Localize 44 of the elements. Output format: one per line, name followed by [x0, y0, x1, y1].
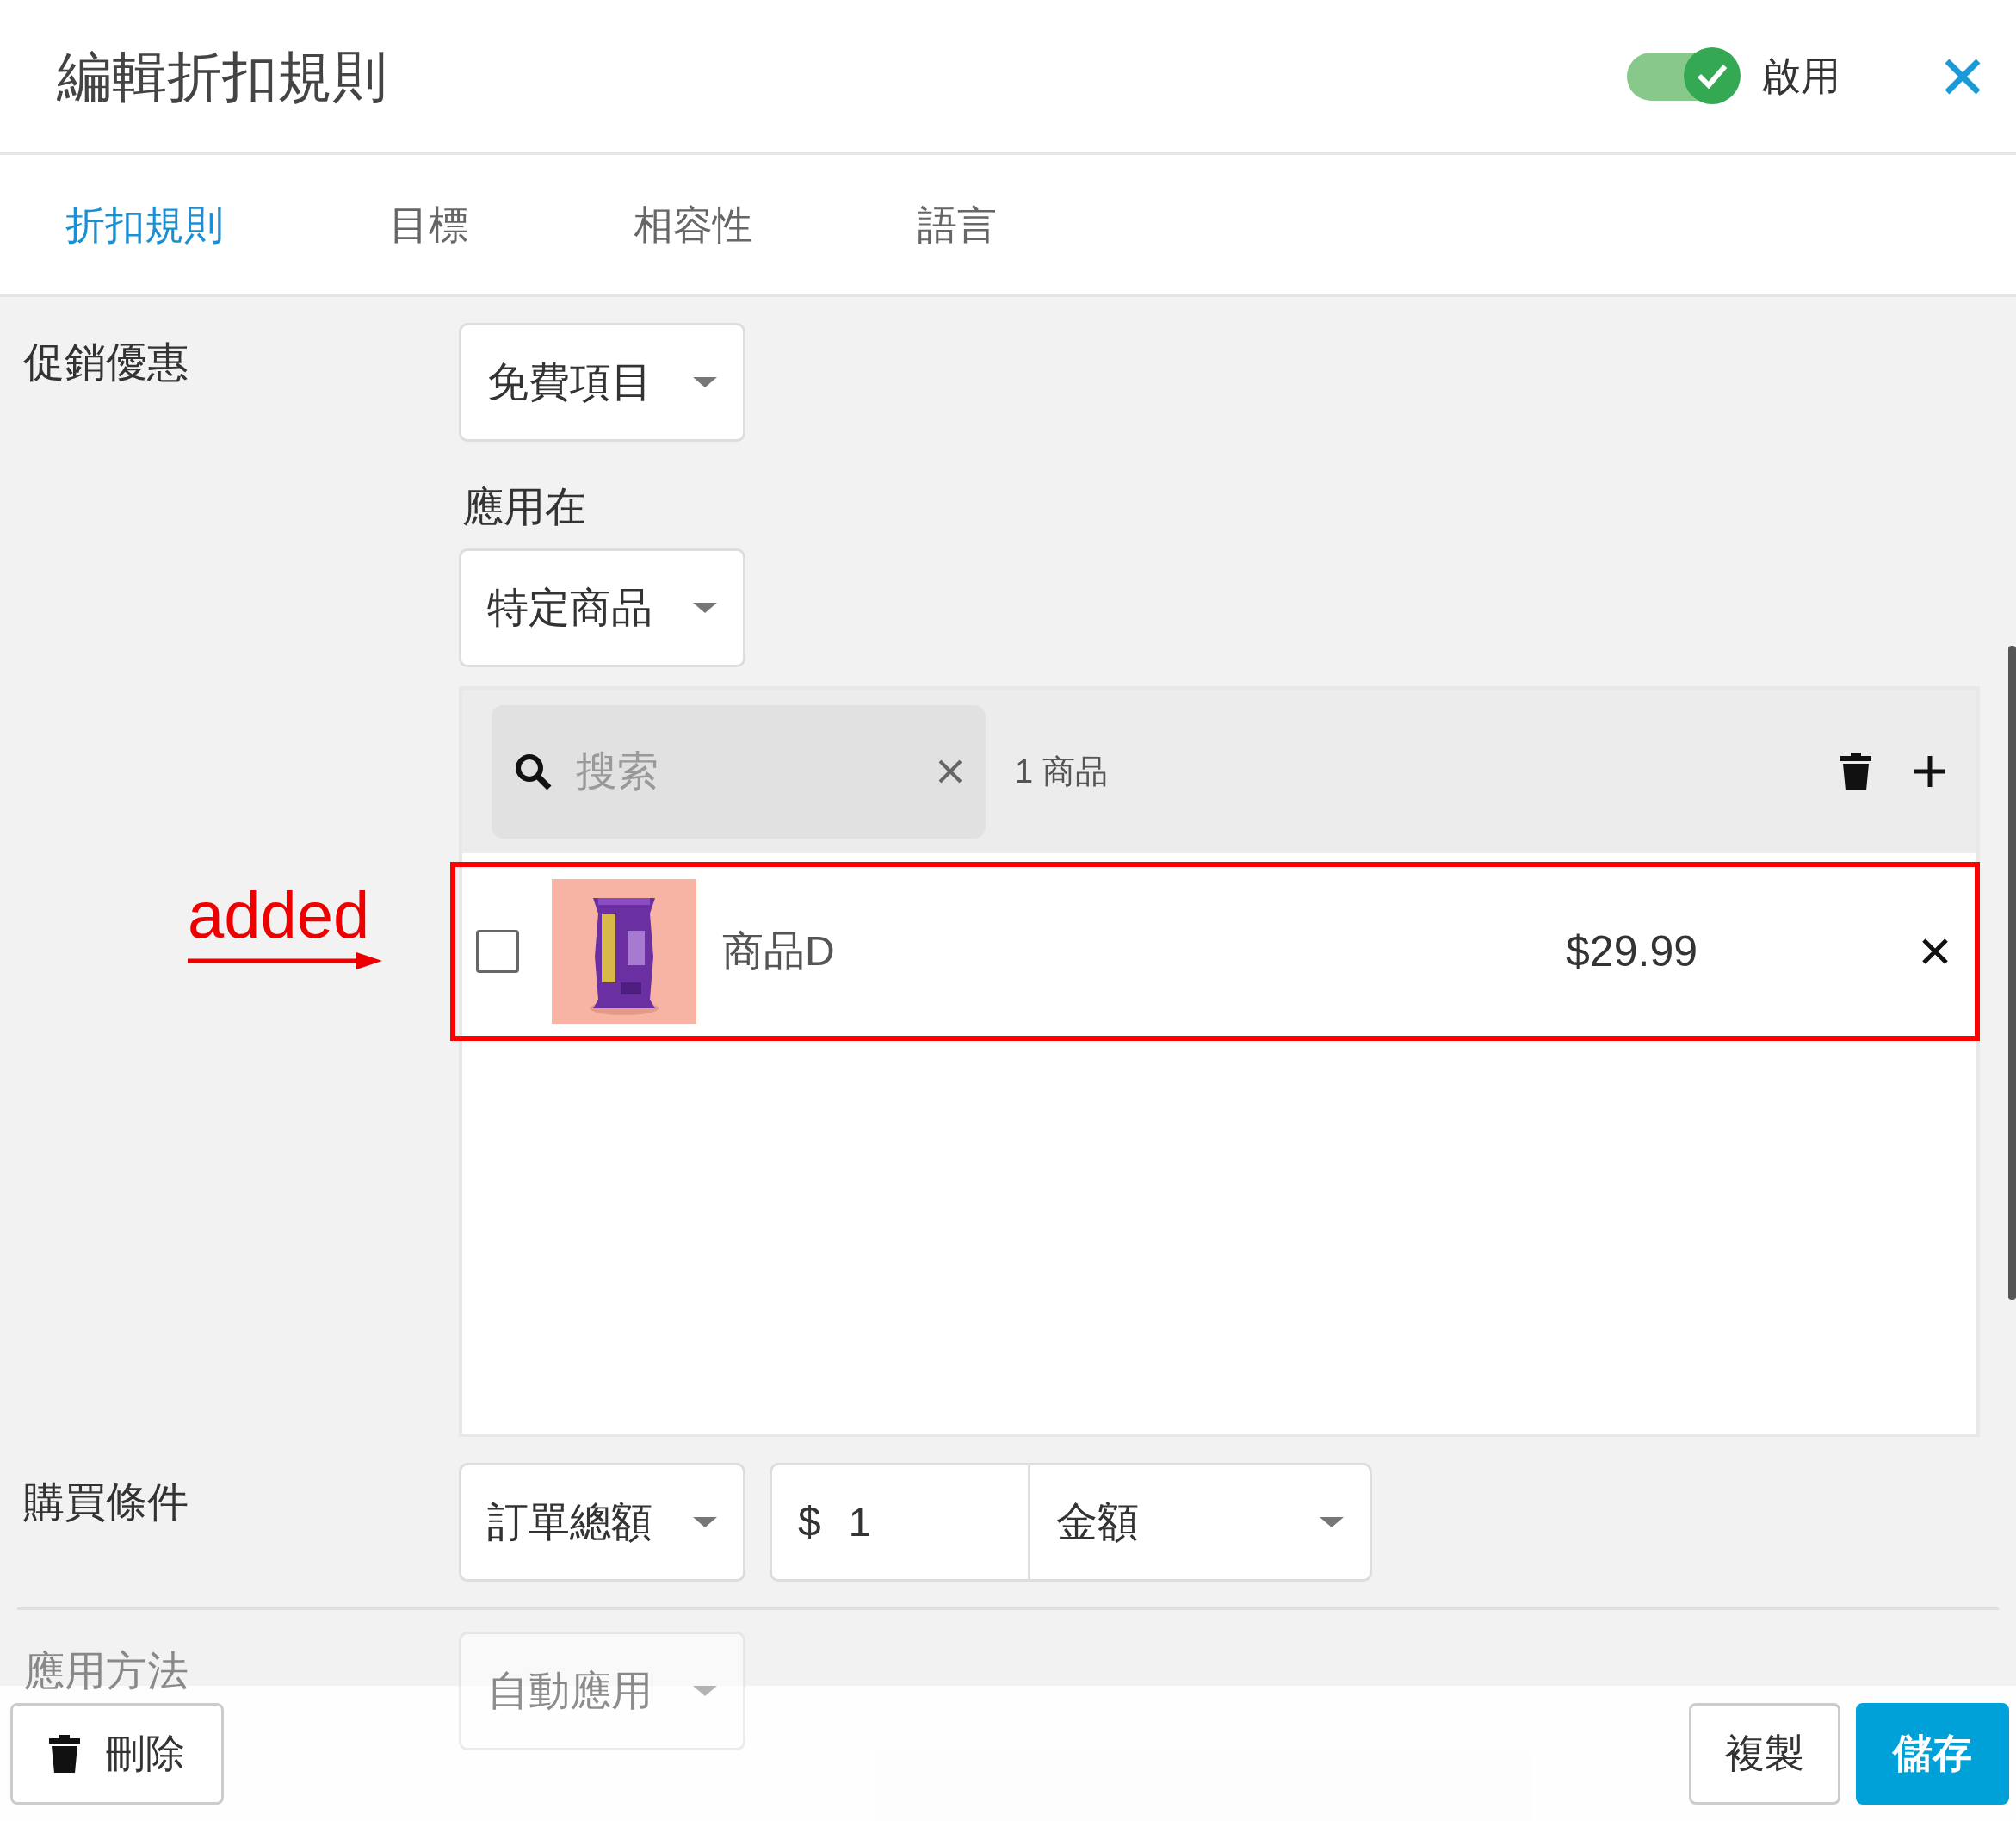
tab[interactable]: 語言 [918, 195, 997, 255]
annotation-text: added [188, 883, 371, 948]
toggle-switch[interactable] [1627, 47, 1741, 105]
caret-icon [693, 1517, 717, 1527]
apply-to-dropdown[interactable]: 特定商品 [459, 548, 745, 667]
delete-button[interactable] [1840, 753, 1871, 790]
remove-button[interactable] [1921, 938, 1949, 965]
tab[interactable]: 折扣規則 [65, 195, 224, 255]
product-price: $29.99 [1566, 926, 1698, 977]
search-icon [514, 753, 552, 790]
caret-icon [1320, 1517, 1344, 1527]
item-count: 1 商品 [1015, 752, 1109, 791]
caret-icon [693, 377, 717, 387]
field-label: 購買條件 [22, 1478, 189, 1527]
checkbox[interactable] [476, 930, 519, 973]
search-field[interactable]: 搜索 [574, 740, 915, 803]
plus-icon [1913, 754, 1947, 789]
scrollbar[interactable] [2008, 646, 2016, 1300]
field-label: 應用在 [462, 483, 587, 531]
unit-dropdown[interactable]: 金額 [1030, 1465, 1370, 1579]
clear-icon[interactable] [937, 759, 963, 784]
trash-icon [49, 1734, 80, 1773]
trash-icon [1840, 753, 1871, 790]
amount-field[interactable]: $ 1 [772, 1465, 1030, 1579]
close-icon [1921, 938, 1949, 965]
close-icon [1944, 57, 1982, 96]
check-icon [1697, 62, 1728, 89]
copy-button[interactable]: 複製 [1689, 1702, 1840, 1805]
currency-symbol: $ [797, 1498, 822, 1546]
caret-icon [693, 603, 717, 613]
promotion-dropdown[interactable]: 免費項目 [459, 323, 745, 442]
amount-input[interactable]: 1 [846, 1491, 1002, 1553]
field-label: 促銷優惠 [22, 338, 189, 387]
close-button[interactable] [1944, 57, 1982, 96]
dialog-title: 編輯折扣規則 [57, 44, 388, 109]
delete-button[interactable]: 刪除 [10, 1702, 224, 1805]
field-label: 應用方法 [22, 1647, 189, 1695]
toggle-label: 啟用 [1761, 53, 1840, 100]
tab[interactable]: 目標 [389, 195, 468, 255]
product-name: 商品D [722, 927, 836, 976]
add-button[interactable] [1913, 754, 1947, 789]
search-box[interactable]: 搜索 [492, 704, 986, 839]
tab[interactable]: 相容性 [634, 195, 752, 255]
condition-dropdown[interactable]: 訂單總額 [459, 1463, 745, 1582]
